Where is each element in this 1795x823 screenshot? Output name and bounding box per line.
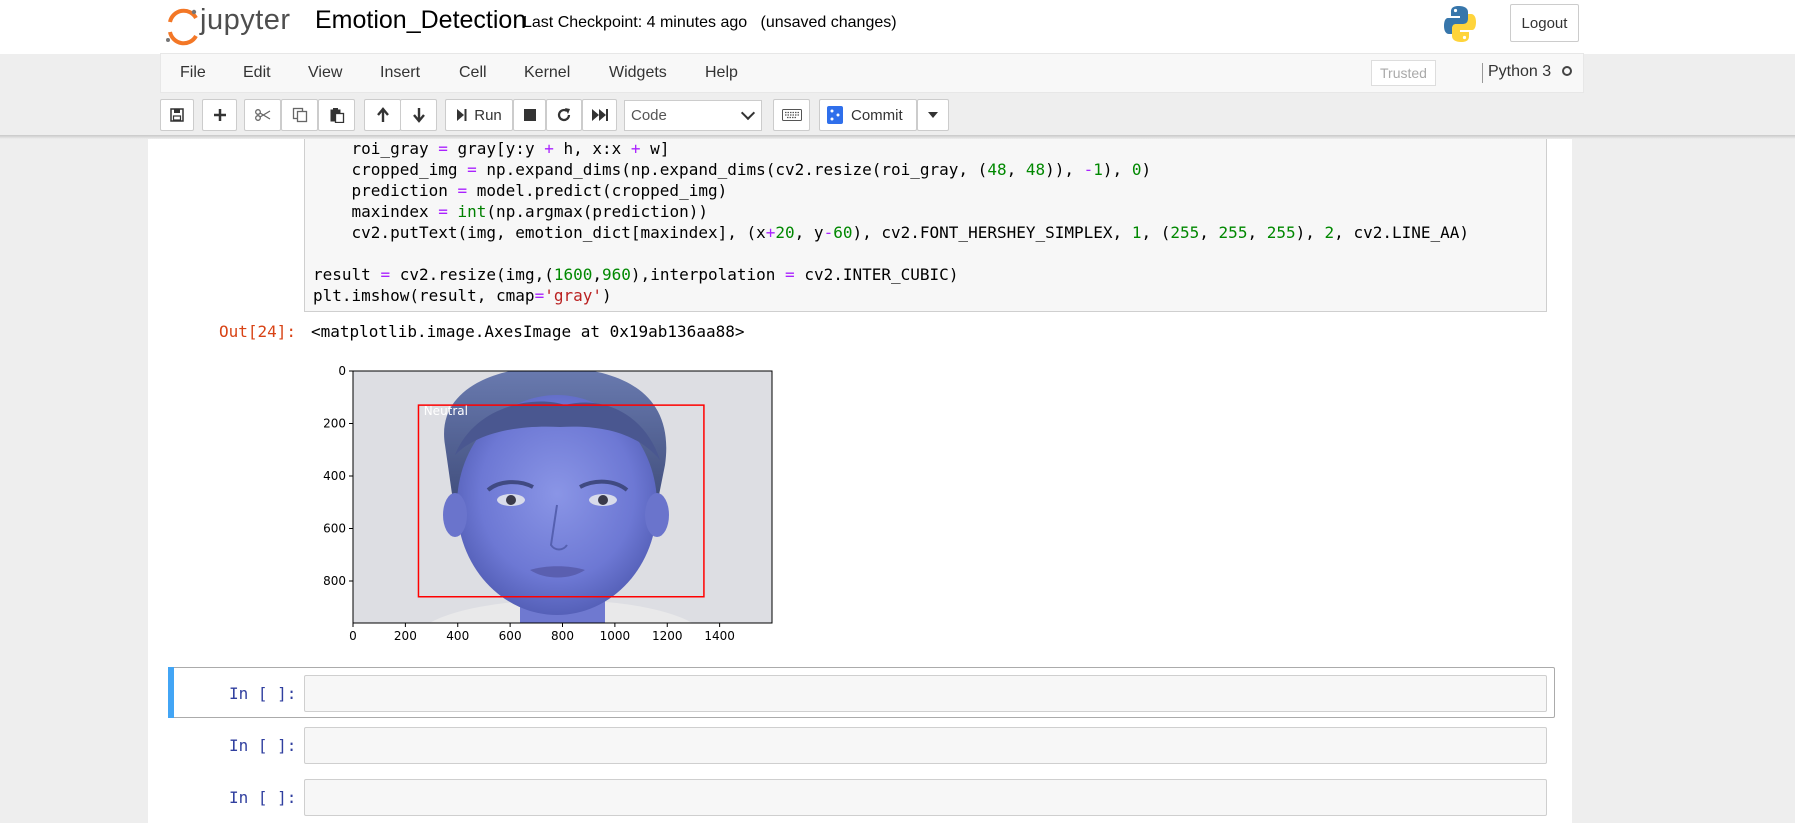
keyboard-icon bbox=[781, 109, 802, 121]
x-tick-label: 600 bbox=[499, 629, 522, 643]
y-tick-label: 800 bbox=[323, 574, 346, 588]
x-tick-label: 1200 bbox=[652, 629, 683, 643]
kernel-name[interactable]: Python 3 bbox=[1488, 63, 1551, 81]
insert-cell-button[interactable] bbox=[202, 99, 237, 131]
y-axis: 0 200 400 600 800 bbox=[323, 364, 353, 588]
input-prompt: In [ ]: bbox=[229, 684, 297, 703]
arrow-up-icon bbox=[376, 107, 389, 122]
menu-widgets[interactable]: Widgets bbox=[609, 64, 667, 82]
menu-view[interactable]: View bbox=[308, 64, 342, 82]
header: jupyter Emotion_Detection Last Checkpoin… bbox=[0, 0, 1795, 54]
y-tick-label: 200 bbox=[323, 417, 346, 431]
kernel-separator bbox=[1482, 63, 1483, 83]
code-line: cropped_img = np.expand_dims(np.expand_d… bbox=[313, 160, 1152, 179]
notebook-name[interactable]: Emotion_Detection bbox=[315, 6, 526, 35]
interrupt-button[interactable] bbox=[513, 99, 546, 131]
cell-type-value: Code bbox=[631, 107, 667, 124]
command-palette-button[interactable] bbox=[773, 99, 810, 131]
code-line: prediction = model.predict(cropped_img) bbox=[313, 181, 728, 200]
y-tick-label: 600 bbox=[323, 522, 346, 536]
cell-type-select[interactable]: Code bbox=[624, 100, 762, 131]
x-tick-label: 0 bbox=[349, 629, 357, 643]
selected-cell-indicator bbox=[168, 667, 174, 718]
chevron-down-icon bbox=[740, 105, 756, 121]
y-tick-label: 400 bbox=[323, 469, 346, 483]
python-logo-icon bbox=[1444, 6, 1476, 42]
arrow-down-icon bbox=[412, 108, 425, 123]
commit-label: Commit bbox=[851, 106, 903, 124]
kernel-idle-icon bbox=[1562, 66, 1572, 76]
commit-dropdown-button[interactable] bbox=[917, 99, 949, 131]
detection-label: Neutral bbox=[424, 404, 468, 418]
unsaved-text: (unsaved changes) bbox=[760, 14, 897, 31]
checkpoint-text: Last Checkpoint: 4 minutes ago bbox=[523, 14, 748, 31]
scissors-icon bbox=[254, 109, 270, 121]
refresh-icon bbox=[557, 108, 571, 122]
menu-file[interactable]: File bbox=[180, 64, 206, 82]
move-up-button[interactable] bbox=[364, 99, 401, 131]
code-cell-input[interactable]: roi_gray = gray[y:y + h, x:x + w] croppe… bbox=[304, 139, 1547, 312]
commit-button[interactable]: Commit bbox=[819, 99, 917, 131]
commit-icon bbox=[827, 106, 843, 124]
code-cell-input-empty[interactable] bbox=[304, 675, 1547, 712]
input-prompt: In [ ]: bbox=[229, 788, 297, 807]
logout-button[interactable]: Logout bbox=[1510, 4, 1579, 42]
trusted-indicator[interactable]: Trusted bbox=[1371, 60, 1436, 86]
code-line: result = cv2.resize(img,(1600,960),inter… bbox=[313, 265, 959, 284]
run-label: Run bbox=[474, 106, 502, 124]
code-cell-input-empty[interactable] bbox=[304, 727, 1547, 764]
cut-button[interactable] bbox=[244, 99, 281, 131]
code-line: cv2.putText(img, emotion_dict[maxindex],… bbox=[313, 223, 1470, 242]
run-button[interactable]: Run bbox=[445, 99, 513, 131]
copy-button[interactable] bbox=[281, 99, 318, 131]
checkpoint-status: Last Checkpoint: 4 minutes ago (unsaved … bbox=[523, 14, 897, 32]
x-tick-label: 1400 bbox=[704, 629, 735, 643]
restart-button[interactable] bbox=[546, 99, 582, 131]
copy-icon bbox=[292, 107, 307, 123]
menu-cell[interactable]: Cell bbox=[459, 64, 487, 82]
input-prompt: In [ ]: bbox=[229, 736, 297, 755]
y-tick-label: 0 bbox=[338, 364, 346, 378]
restart-run-all-button[interactable] bbox=[582, 99, 617, 131]
menu-help[interactable]: Help bbox=[705, 64, 738, 82]
step-forward-icon bbox=[457, 109, 467, 121]
code-cell-input-empty[interactable] bbox=[304, 779, 1547, 816]
paste-icon bbox=[330, 108, 344, 123]
save-icon bbox=[170, 108, 184, 122]
menu-insert[interactable]: Insert bbox=[380, 64, 420, 82]
menu-edit[interactable]: Edit bbox=[243, 64, 271, 82]
x-tick-label: 400 bbox=[446, 629, 469, 643]
x-tick-label: 200 bbox=[394, 629, 417, 643]
paste-button[interactable] bbox=[318, 99, 355, 131]
x-axis: 0 200 400 600 800 1000 1200 1400 bbox=[349, 623, 735, 643]
output-text: <matplotlib.image.AxesImage at 0x19ab136… bbox=[311, 322, 745, 341]
image-plot: Neutral 0 200 400 600 800 1000 1200 1400 0 200 40… bbox=[323, 364, 773, 643]
jupyter-logo-text: jupyter bbox=[200, 4, 291, 36]
caret-down-icon bbox=[928, 112, 938, 118]
save-button[interactable] bbox=[160, 99, 194, 131]
code-line: roi_gray = gray[y:y + h, x:x + w] bbox=[313, 139, 670, 158]
output-prompt: Out[24]: bbox=[219, 322, 297, 341]
code-line: plt.imshow(result, cmap='gray') bbox=[313, 286, 612, 305]
photo-image bbox=[353, 371, 772, 623]
stop-icon bbox=[523, 109, 536, 121]
menu-kernel[interactable]: Kernel bbox=[524, 64, 570, 82]
fast-forward-icon bbox=[591, 109, 608, 121]
plus-icon bbox=[213, 109, 226, 121]
code-line: maxindex = int(np.argmax(prediction)) bbox=[313, 202, 708, 221]
move-down-button[interactable] bbox=[400, 99, 437, 131]
x-tick-label: 800 bbox=[551, 629, 574, 643]
x-tick-label: 1000 bbox=[600, 629, 631, 643]
